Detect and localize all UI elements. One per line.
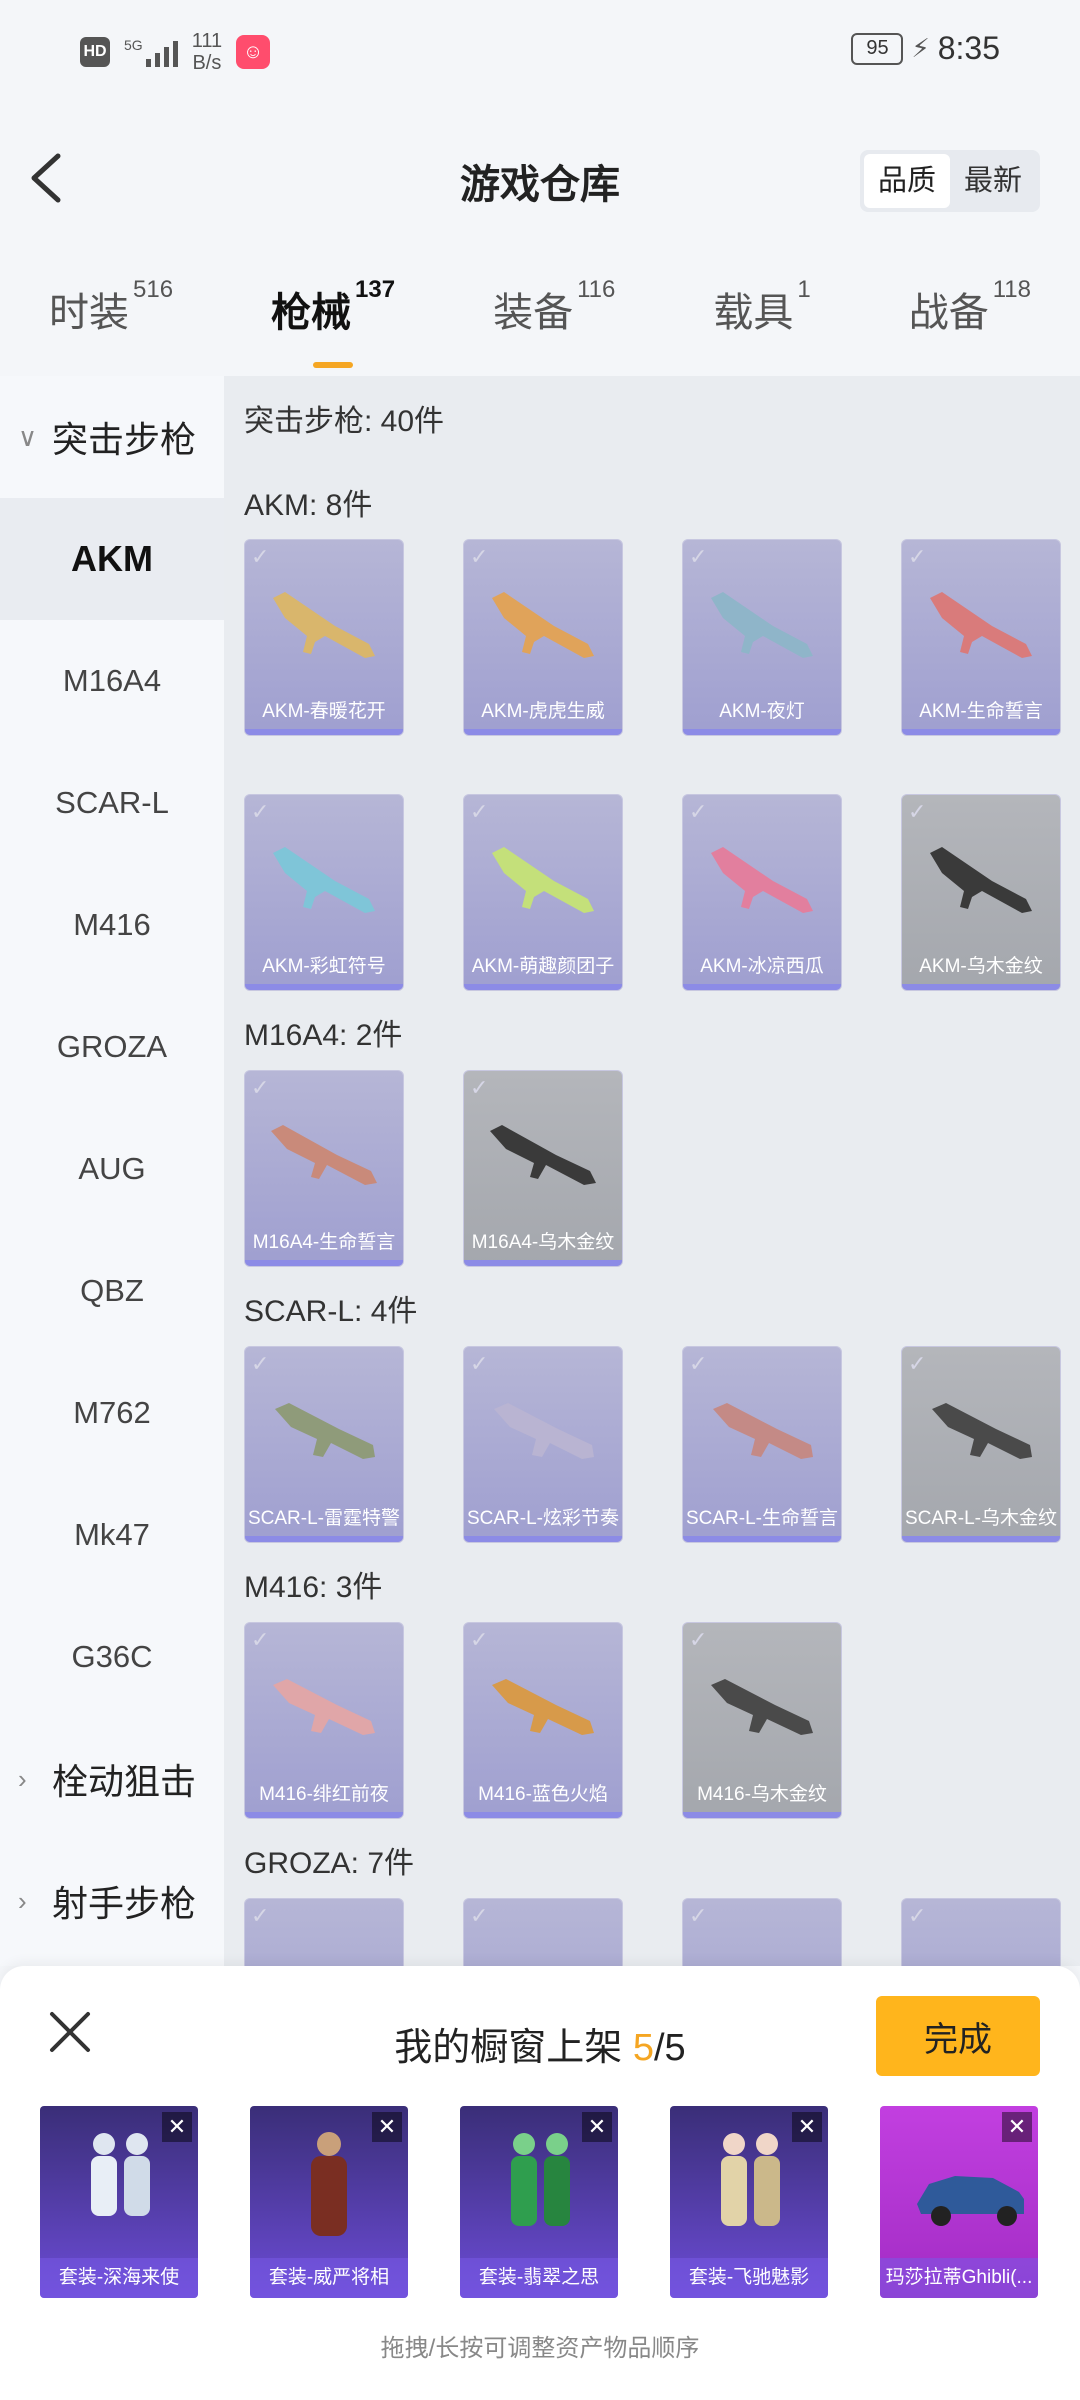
- m16a4-rifle-icon: [490, 1125, 596, 1185]
- showcase-slot[interactable]: ✕ 套装-飞驰魅影: [670, 2106, 828, 2298]
- m416-rifle-icon: [492, 1679, 594, 1735]
- weapon-card[interactable]: ✓ AKM-冰凉西瓜: [682, 794, 842, 991]
- outfit-figure-icon: [511, 2133, 570, 2226]
- m16a4-rifle-icon: [271, 1125, 377, 1185]
- showcase-slot[interactable]: ✕ 玛莎拉蒂Ghibli(...: [880, 2106, 1038, 2298]
- weapon-card[interactable]: ✓ SCAR-L-生命誓言: [682, 1346, 842, 1543]
- sidebar-item-akm[interactable]: AKM: [0, 498, 224, 620]
- tab-supplies[interactable]: 战备118: [899, 276, 1041, 360]
- chevron-right-icon: ›: [18, 1885, 27, 1916]
- akm-rifle-icon: [492, 592, 594, 658]
- sidebar-item-m762[interactable]: M762: [0, 1352, 224, 1474]
- sidebar-item-groza[interactable]: GROZA: [0, 986, 224, 1108]
- scar-l-rifle-icon: [932, 1403, 1032, 1459]
- hd-icon: HD: [80, 37, 110, 67]
- sort-newest-button[interactable]: 最新: [950, 154, 1036, 208]
- section-title-m416: M416: 3件: [244, 1571, 383, 1604]
- sidebar-item-g36c[interactable]: G36C: [0, 1596, 224, 1718]
- tab-equipment[interactable]: 装备116: [483, 276, 625, 360]
- weapon-card[interactable]: ✓ M416-蓝色火焰: [463, 1622, 623, 1819]
- status-bar: HD 5G 111 B/s ☺ 95 ⚡ 8:35: [0, 0, 1080, 110]
- tab-fashion[interactable]: 时装516: [39, 276, 183, 360]
- sort-quality-button[interactable]: 品质: [864, 154, 950, 208]
- battery-icon: 95: [851, 32, 904, 65]
- remove-icon[interactable]: ✕: [372, 2112, 402, 2142]
- sidebar-item-m16a4[interactable]: M16A4: [0, 620, 224, 742]
- weapon-card[interactable]: ✓ AKM-彩虹符号: [244, 794, 404, 991]
- header: 游戏仓库 品质 最新: [0, 130, 1080, 230]
- section-title-akm: AKM: 8件: [244, 489, 373, 522]
- weapon-type-sidebar: ∨ 突击步枪 AKM M16A4 SCAR-L M416 GROZA AUG QB…: [0, 376, 224, 1966]
- car-icon: [917, 2176, 1024, 2226]
- sidebar-item-mk47[interactable]: Mk47: [0, 1474, 224, 1596]
- outfit-figure-icon: [721, 2133, 780, 2226]
- section-title-m16a4: M16A4: 2件: [244, 1019, 403, 1052]
- akm-rifle-icon: [273, 847, 375, 913]
- showcase-panel: 我的橱窗上架 5/5 完成 ✕ 套装-深海来使 ✕ 套装-威严将相 ✕ 套装-翡…: [0, 1966, 1080, 2400]
- sidebar-item-aug[interactable]: AUG: [0, 1108, 224, 1230]
- weapon-card[interactable]: ✓: [682, 1898, 842, 1966]
- akm-rifle-icon: [930, 847, 1032, 913]
- category-tabs: 时装516 枪械137 装备116 载具1 战备118: [0, 276, 1080, 360]
- weapon-card[interactable]: ✓ AKM-夜灯: [682, 539, 842, 736]
- weapon-grid: 突击步枪: 40件 AKM: 8件 ✓ AKM-春暖花开 ✓ AKM-虎虎生威 ✓ A…: [224, 376, 1080, 1966]
- app-notification-icon: ☺: [236, 35, 271, 69]
- scar-l-rifle-icon: [713, 1403, 813, 1459]
- section-title-scar-l: SCAR-L: 4件: [244, 1295, 418, 1328]
- weapon-card[interactable]: ✓ M16A4-乌木金纹: [463, 1070, 623, 1267]
- akm-rifle-icon: [711, 847, 813, 913]
- remove-icon[interactable]: ✕: [792, 2112, 822, 2142]
- done-button[interactable]: 完成: [876, 1996, 1040, 2076]
- sidebar-group-bolt-action[interactable]: › 栓动狙击: [0, 1718, 224, 1840]
- showcase-slot[interactable]: ✕ 套装-翡翠之思: [460, 2106, 618, 2298]
- remove-icon[interactable]: ✕: [1002, 2112, 1032, 2142]
- sidebar-item-scar-l[interactable]: SCAR-L: [0, 742, 224, 864]
- weapon-card[interactable]: ✓ AKM-乌木金纹: [901, 794, 1061, 991]
- weapon-card[interactable]: ✓ AKM-萌趣颜团子: [463, 794, 623, 991]
- tab-weapons[interactable]: 枪械137: [261, 276, 405, 360]
- m416-rifle-icon: [711, 1679, 813, 1735]
- weapon-card[interactable]: ✓ SCAR-L-炫彩节奏: [463, 1346, 623, 1543]
- tab-vehicles[interactable]: 载具1: [703, 276, 820, 360]
- scar-l-rifle-icon: [275, 1403, 375, 1459]
- reorder-hint: 拖拽/长按可调整资产物品顺序: [380, 2335, 700, 2362]
- network-speed: 111 B/s: [191, 30, 223, 74]
- weapon-card[interactable]: ✓ AKM-生命誓言: [901, 539, 1061, 736]
- sidebar-item-qbz[interactable]: QBZ: [0, 1230, 224, 1352]
- weapon-card[interactable]: ✓ M416-绯红前夜: [244, 1622, 404, 1819]
- remove-icon[interactable]: ✕: [582, 2112, 612, 2142]
- sidebar-group-marksman[interactable]: › 射手步枪: [0, 1840, 224, 1962]
- sidebar-item-m416[interactable]: M416: [0, 864, 224, 986]
- weapon-card[interactable]: ✓ M16A4-生命誓言: [244, 1070, 404, 1267]
- weapon-card[interactable]: ✓: [463, 1898, 623, 1966]
- akm-rifle-icon: [492, 847, 594, 913]
- chevron-down-icon: ∨: [18, 421, 38, 452]
- sidebar-group-assault[interactable]: ∨ 突击步枪: [0, 376, 224, 498]
- weapon-card[interactable]: ✓ AKM-春暖花开: [244, 539, 404, 736]
- showcase-slot[interactable]: ✕ 套装-威严将相: [250, 2106, 408, 2298]
- scar-l-rifle-icon: [494, 1403, 594, 1459]
- weapon-card[interactable]: ✓: [901, 1898, 1061, 1966]
- charging-icon: ⚡: [911, 33, 930, 63]
- akm-rifle-icon: [273, 592, 375, 658]
- akm-rifle-icon: [711, 592, 813, 658]
- weapon-card[interactable]: ✓ M416-乌木金纹: [682, 1622, 842, 1819]
- weapon-card[interactable]: ✓: [244, 1898, 404, 1966]
- sort-toggle: 品质 最新: [860, 150, 1040, 212]
- akm-rifle-icon: [930, 592, 1032, 658]
- category-summary: 突击步枪: 40件: [244, 405, 445, 438]
- m416-rifle-icon: [273, 1679, 375, 1735]
- outfit-figure-icon: [91, 2133, 150, 2216]
- weapon-card[interactable]: ✓ AKM-虎虎生威: [463, 539, 623, 736]
- remove-icon[interactable]: ✕: [162, 2112, 192, 2142]
- clock: 8:35: [937, 30, 1000, 66]
- outfit-figure-icon: [311, 2132, 347, 2236]
- chevron-right-icon: ›: [18, 1763, 27, 1794]
- weapon-card[interactable]: ✓ SCAR-L-乌木金纹: [901, 1346, 1061, 1543]
- section-title-groza: GROZA: 7件: [244, 1847, 415, 1880]
- weapon-card[interactable]: ✓ SCAR-L-雷霆特警: [244, 1346, 404, 1543]
- showcase-slot[interactable]: ✕ 套装-深海来使: [40, 2106, 198, 2298]
- signal-icon: 5G: [124, 37, 178, 67]
